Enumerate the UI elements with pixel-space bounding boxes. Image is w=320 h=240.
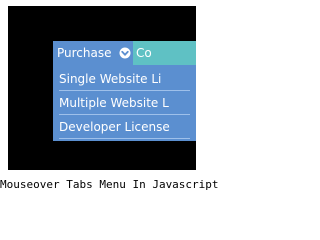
menu-bar: Purchase Co: [53, 41, 196, 65]
dropdown-item-single-website-license[interactable]: Single Website Li: [53, 67, 196, 91]
dropdown-item-developer-license[interactable]: Developer License: [53, 115, 196, 139]
dropdown-menu: Single Website Li Multiple Website L Dev…: [53, 65, 196, 141]
demo-panel: Purchase Co Single Website Li Multiple W…: [8, 6, 196, 170]
dropdown-item-multiple-website-license[interactable]: Multiple Website L: [53, 91, 196, 115]
screenshot-frame: Purchase Co Single Website Li Multiple W…: [0, 0, 219, 209]
tab-purchase-label: Purchase: [57, 46, 112, 60]
caption-text: Mouseover Tabs Menu In Javascript: [0, 178, 219, 191]
tab-next-label: Co: [136, 46, 152, 60]
chevron-down-circle-icon: [119, 47, 131, 59]
dropdown-divider: [59, 138, 190, 139]
tab-purchase[interactable]: Purchase: [53, 41, 133, 65]
tab-next[interactable]: Co: [133, 41, 196, 65]
